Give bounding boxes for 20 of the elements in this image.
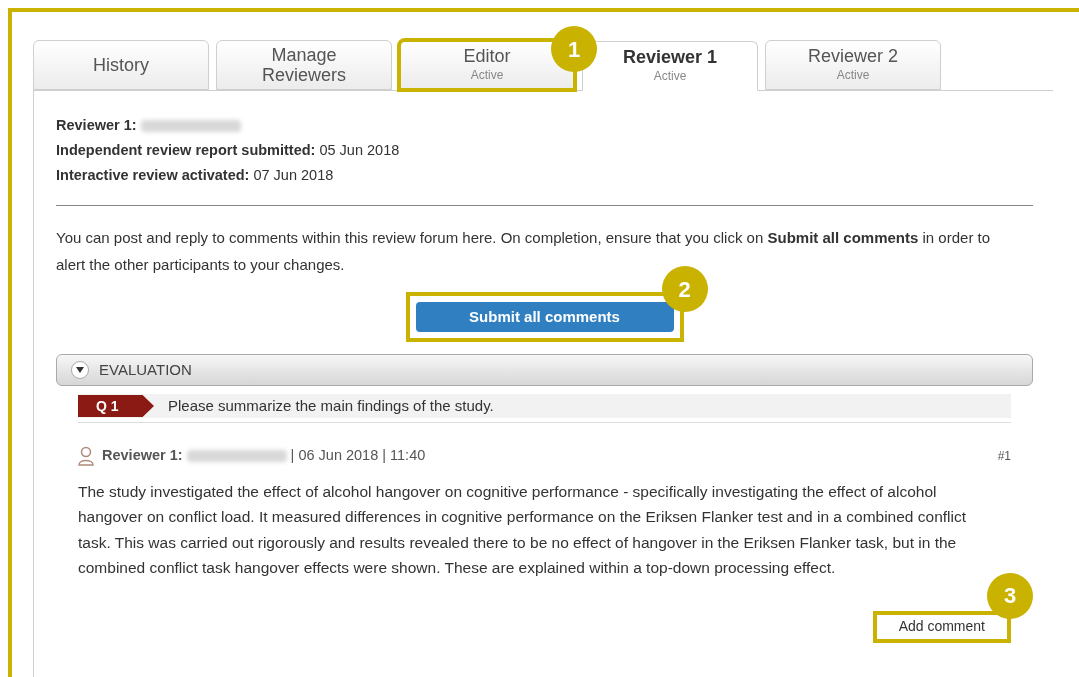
info-line: Interactive review activated: 07 Jun 2018 bbox=[56, 166, 335, 185]
tab[interactable]: History bbox=[33, 40, 209, 90]
tab[interactable]: Manage Reviewers bbox=[216, 40, 392, 90]
question-number-tag: Q 1 bbox=[78, 395, 154, 417]
callout-number: 1 bbox=[551, 26, 597, 72]
submit-all-comments-button[interactable]: Submit all comments bbox=[415, 302, 674, 332]
question-text: Please summarize the main findings of the study. bbox=[168, 395, 494, 416]
tab[interactable]: Reviewer 2 Active bbox=[765, 40, 941, 90]
callout-number: 2 bbox=[661, 266, 708, 312]
comment-body: The study investigated the effect of alcohol hangover on cognitive performance - specifically investigating the effect of alcohol hangover on conflict load. It measured differences in cognitive performance on the Eriksen Flanker test and in a combined conflict task. This was carried out rigorously and results revealed there to be no effect of hangover in the Eriksen Flanker task, but in the combined conflict task hangover effects were shown. These are explained within a top-down processing effect. bbox=[78, 481, 967, 579]
chevron-icon bbox=[71, 361, 89, 379]
comment-timestamp: | 06 Jun 2018 | 11:40 bbox=[290, 446, 426, 465]
callout-number: 3 bbox=[987, 572, 1033, 619]
section-header[interactable]: EVALUATION bbox=[56, 354, 1033, 386]
info-line: Reviewer 1: bbox=[56, 113, 1033, 138]
info-line: Independent review report submitted: 05 Jun 2018 bbox=[56, 141, 401, 160]
tab[interactable]: Reviewer 1 Active bbox=[582, 41, 758, 91]
person-icon bbox=[78, 445, 94, 466]
comment-author: Reviewer 1: bbox=[102, 446, 183, 465]
comment-index: #1 bbox=[997, 447, 1011, 465]
